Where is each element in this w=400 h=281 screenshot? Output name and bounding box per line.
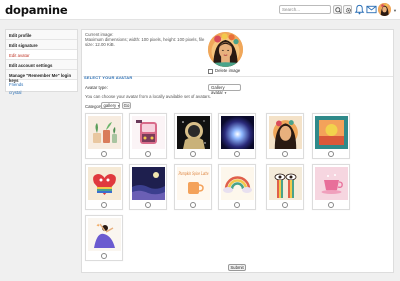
gallery-item[interactable] [266, 113, 304, 159]
rainbow-clouds-icon [221, 167, 254, 200]
avatar-radio[interactable] [145, 202, 151, 208]
avatar-radio[interactable] [234, 202, 240, 208]
friends-heading: Friends [9, 82, 24, 87]
night-waves-avatar-image [132, 167, 165, 200]
profile-sidebar: Edit profile Edit signature Edit avatar … [5, 29, 78, 95]
sidebar-item-account-settings[interactable]: Edit account settings [6, 60, 77, 70]
cosmic-light-avatar-image [221, 116, 254, 149]
gallery-item[interactable] [312, 113, 350, 159]
advanced-search-button[interactable] [343, 5, 352, 14]
pumpkin-spice-mug-avatar-image: Pumpkin Spice Latte [177, 167, 210, 200]
avatar-radio[interactable] [101, 202, 107, 208]
avatar-radio[interactable] [190, 202, 196, 208]
pink-teacup-icon [315, 167, 348, 200]
woman-floral-icon [269, 116, 302, 149]
sidebar-item-edit-avatar[interactable]: Edit avatar [6, 50, 77, 60]
avatar-radio[interactable] [282, 202, 288, 208]
mail-icon[interactable] [366, 4, 377, 15]
avatar-gallery: Pumpkin Spice Latte [82, 30, 395, 274]
search-placeholder: Search... [282, 7, 301, 12]
gallery-item[interactable] [129, 164, 167, 210]
sparkle-icon: ✦ [96, 223, 100, 229]
submit-button[interactable]: Submit [228, 264, 246, 271]
sidebar-item-edit-profile[interactable]: Edit profile [6, 30, 77, 40]
gallery-item[interactable] [129, 113, 167, 159]
dancing-figure-icon: ✦ [88, 218, 121, 251]
search-input[interactable]: Search... [279, 5, 331, 14]
astronaut-icon [177, 116, 210, 149]
avatar-panel: Current image: Maximum dimensions; width… [81, 29, 394, 273]
gallery-item[interactable] [218, 113, 256, 159]
gallery-item[interactable] [174, 113, 212, 159]
pink-teacup-avatar-image [315, 167, 348, 200]
avatar-radio[interactable] [190, 151, 196, 157]
avatar-radio[interactable] [234, 151, 240, 157]
jukebox-sticker-icon [132, 116, 165, 149]
friend-link[interactable]: crystal [6, 88, 77, 96]
gallery-item[interactable] [218, 164, 256, 210]
night-waves-icon [132, 167, 165, 200]
top-header: dopamine Search... ▼ [0, 0, 400, 20]
user-avatar[interactable] [378, 3, 391, 16]
gallery-item[interactable] [312, 164, 350, 210]
avatar-radio[interactable] [328, 202, 334, 208]
search-button[interactable] [333, 5, 342, 14]
plants-jars-icon [88, 116, 121, 149]
rainbow-clouds-avatar-image [221, 167, 254, 200]
dancing-figure-avatar-image: ✦ [88, 218, 121, 251]
bell-icon[interactable] [354, 4, 365, 15]
gallery-item[interactable] [85, 164, 123, 210]
crying-eyes-avatar-image [269, 167, 302, 200]
avatar-radio[interactable] [282, 151, 288, 157]
mug-caption: Pumpkin Spice Latte [178, 171, 209, 177]
search-icon [335, 7, 342, 14]
pumpkin-spice-mug-icon: Pumpkin Spice Latte [177, 167, 210, 200]
rainbow-heart-icon [88, 167, 121, 200]
avatar-radio[interactable] [101, 151, 107, 157]
crying-eyes-icon [269, 167, 302, 200]
gear-icon [345, 7, 352, 14]
avatar-radio[interactable] [328, 151, 334, 157]
jukebox-sticker-avatar-image [132, 116, 165, 149]
gallery-item[interactable] [85, 113, 123, 159]
sidebar-item-login-keys[interactable]: Manage "Remember Me" login keys [6, 70, 77, 83]
rainbow-heart-avatar-image [88, 167, 121, 200]
woman-floral-avatar-image [269, 116, 302, 149]
gallery-item[interactable] [266, 164, 304, 210]
plants-jars-avatar-image [88, 116, 121, 149]
cosmic-light-icon [221, 116, 254, 149]
sidebar-item-edit-signature[interactable]: Edit signature [6, 40, 77, 50]
avatar-radio[interactable] [101, 253, 107, 259]
gallery-item[interactable]: Pumpkin Spice Latte [174, 164, 212, 210]
abstract-sun-icon [315, 116, 348, 149]
astronaut-avatar-image [177, 116, 210, 149]
abstract-sun-avatar-image [315, 116, 348, 149]
site-logo[interactable]: dopamine [5, 3, 68, 17]
gallery-item[interactable]: ✦ [85, 215, 123, 261]
woman-floral-icon [378, 3, 391, 16]
avatar-radio[interactable] [145, 151, 151, 157]
chevron-down-icon[interactable]: ▼ [393, 8, 397, 13]
